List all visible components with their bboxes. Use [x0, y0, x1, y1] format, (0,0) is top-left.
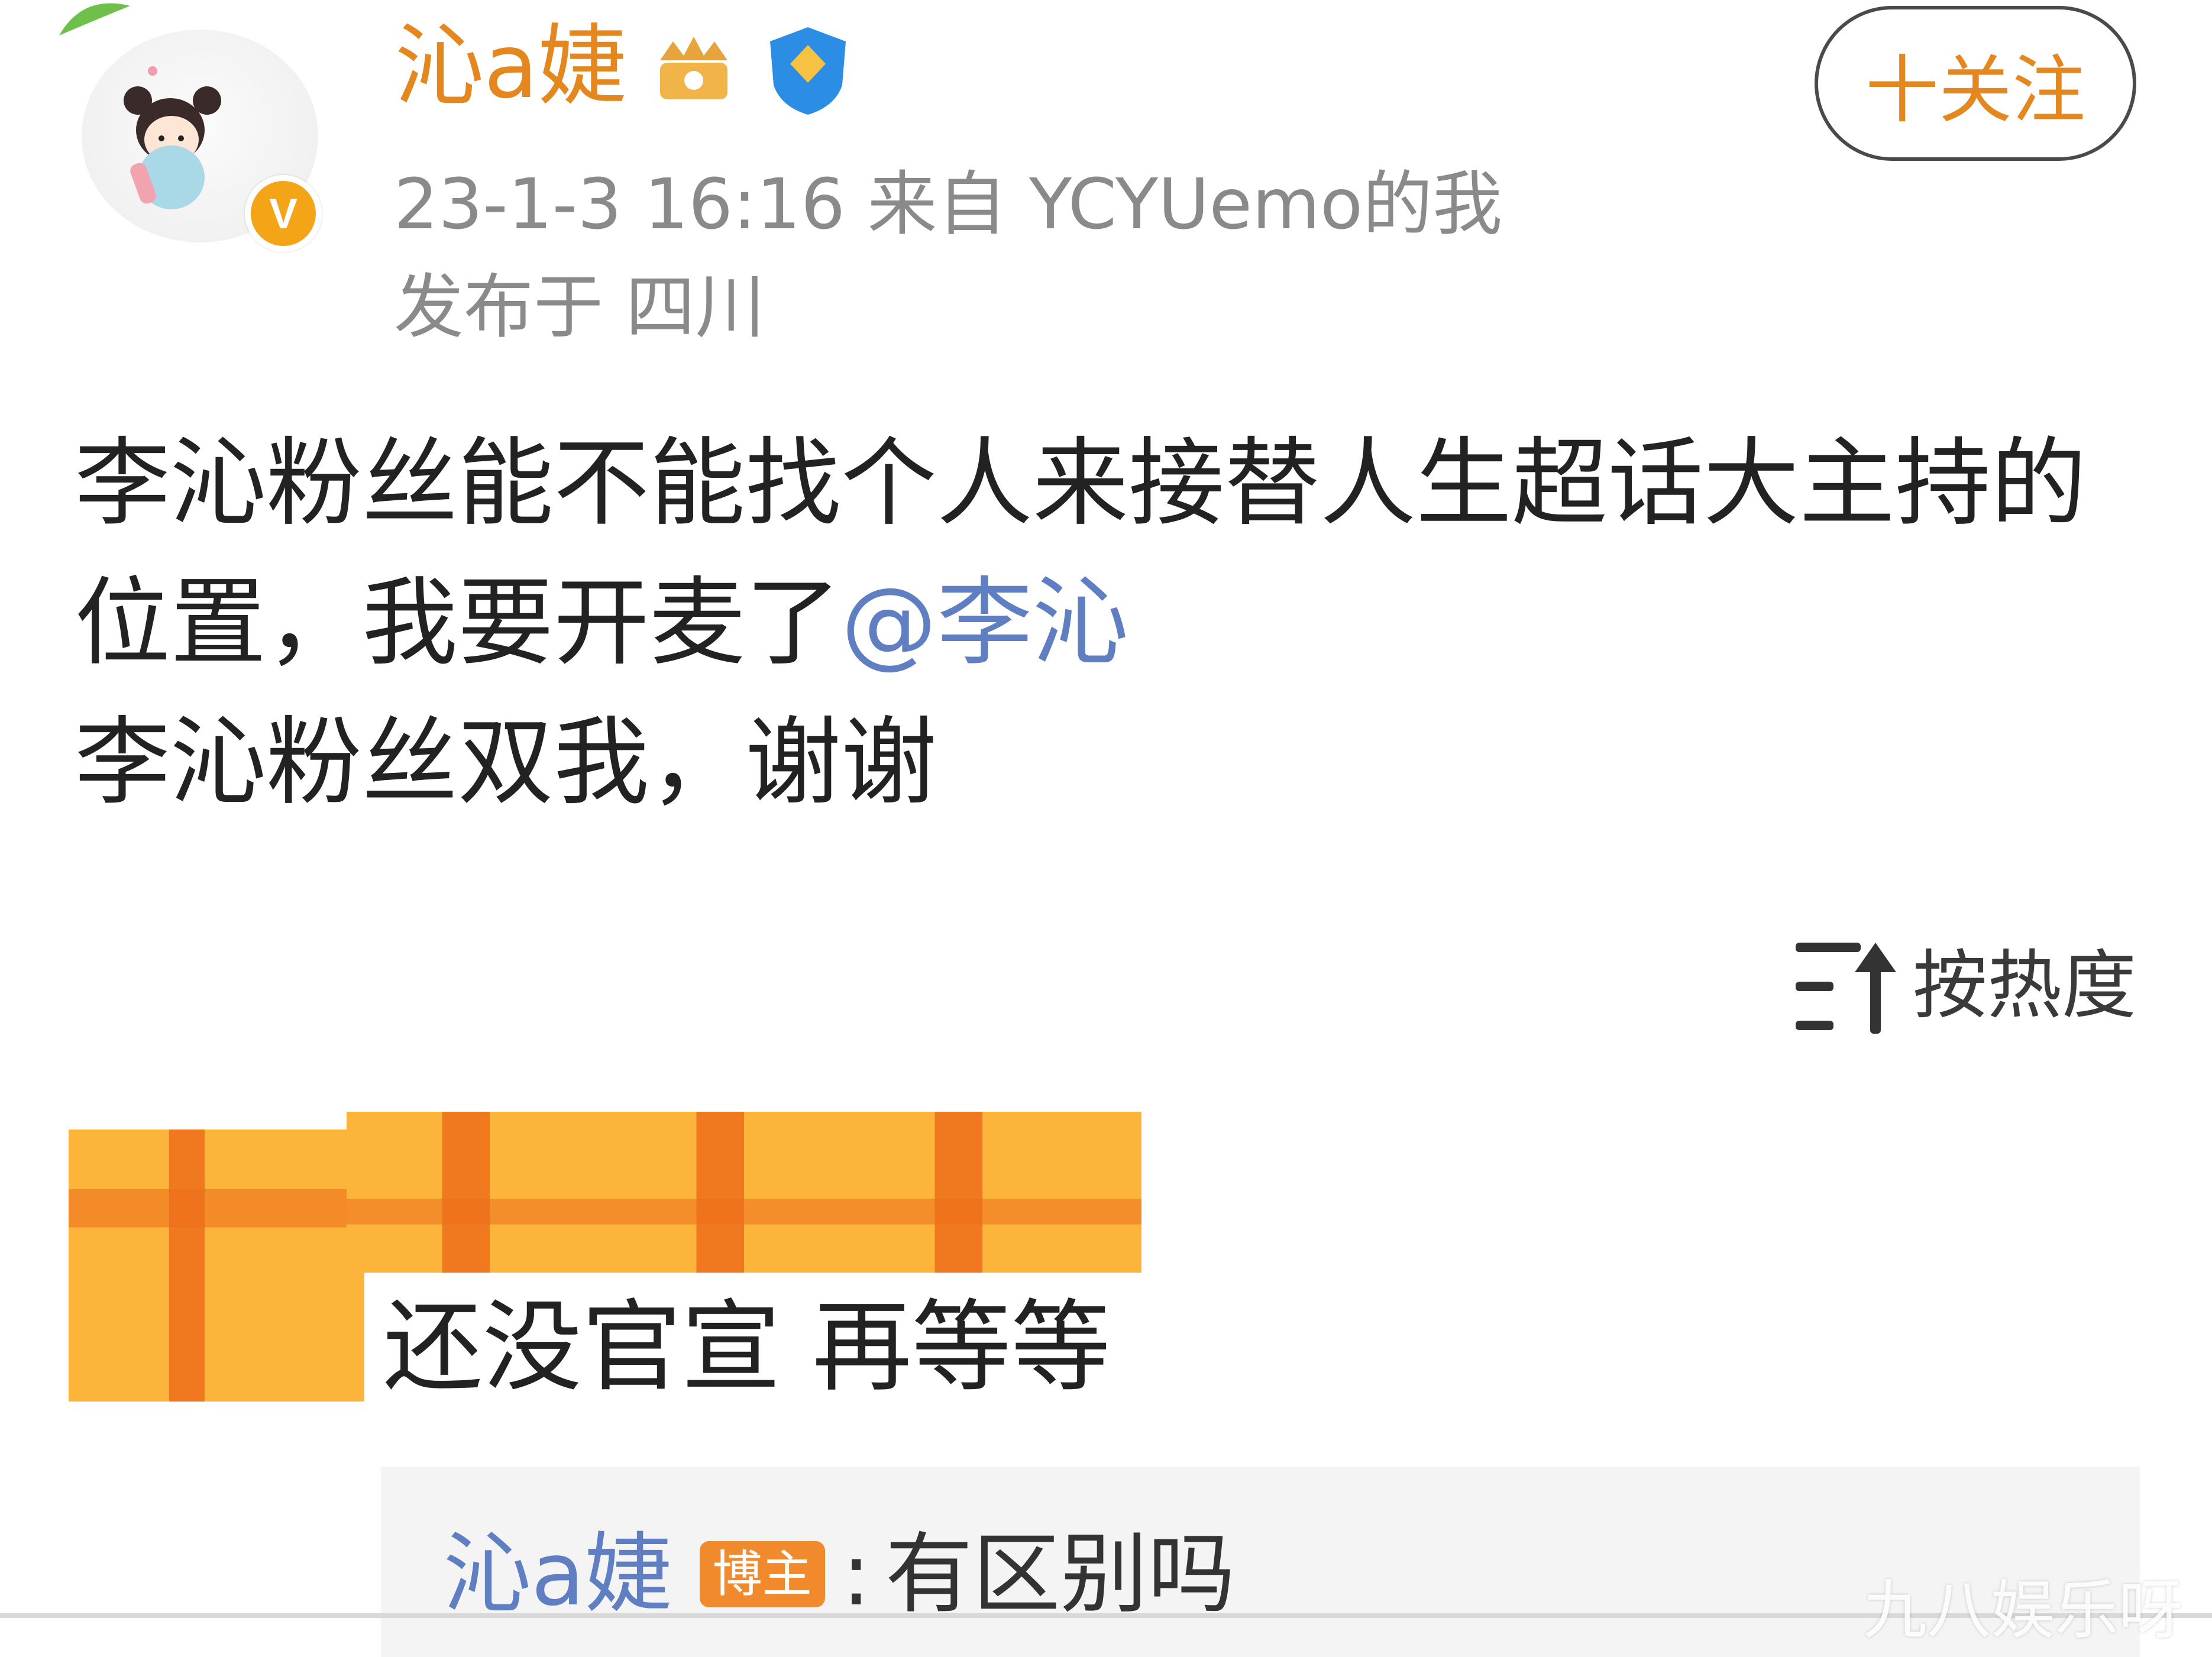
comment-text: 还没官宣 再等等 [383, 1289, 1111, 1405]
mention-link[interactable]: @李沁 [841, 568, 1128, 679]
reply-text: 有区别吗 [885, 1523, 1236, 1625]
post-time: 23-1-3 16:16 [394, 163, 846, 245]
crown-level-icon[interactable] [649, 24, 738, 112]
post-meta: 23-1-3 16:16 来自 YCYUemo的我 [394, 169, 1502, 239]
username[interactable]: 沁a婕 [395, 22, 627, 111]
redacted-avatar [69, 1130, 364, 1402]
svg-text:V: V [269, 190, 297, 238]
post-location: 发布于 四川 [394, 266, 765, 348]
sort-toggle[interactable]: 按热度 [1792, 936, 2136, 1036]
reply-item[interactable]: 沁a婕 博主 : 有区别吗 [444, 1530, 1236, 1618]
author-badge: 博主 [699, 1541, 825, 1607]
post-text-line3: 李沁粉丝双我，谢谢 [75, 707, 937, 818]
reply-separator: : [841, 1523, 871, 1625]
post-source[interactable]: 来自 YCYUemo的我 [868, 163, 1503, 245]
sort-label: 按热度 [1913, 942, 2136, 1029]
redacted-commenter-name [347, 1112, 1141, 1273]
reply-author[interactable]: 沁a婕 [444, 1530, 672, 1618]
blue-shield-badge-icon[interactable] [764, 24, 852, 118]
v-badge-icon: V [245, 175, 322, 252]
follow-button[interactable]: 十关注 [1815, 6, 2136, 161]
sort-by-popularity-icon [1796, 943, 1896, 1034]
watermark: 九八娱乐呀 [1863, 1574, 2183, 1648]
leaf-decoration-icon [59, 3, 130, 35]
post-body: 李沁粉丝能不能找个人来接替人生超话大主持的位置，我要开麦了@李沁 李沁粉丝双我，… [75, 414, 2133, 833]
